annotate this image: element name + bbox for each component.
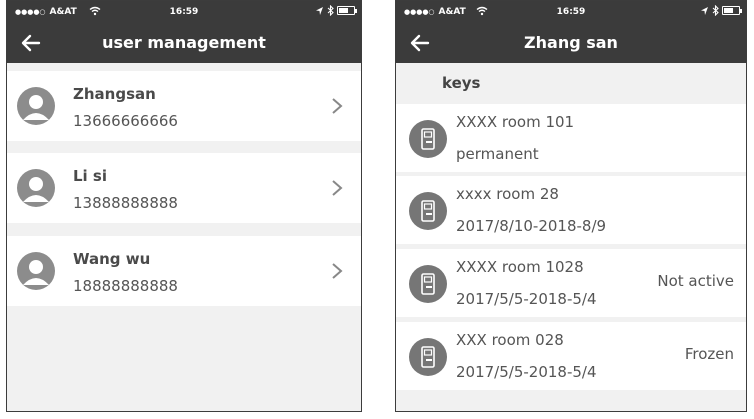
user-list-item[interactable]: Zhangsan 13666666666: [7, 71, 361, 141]
bluetooth-icon: [327, 5, 334, 16]
page-title: Zhang san: [524, 33, 618, 52]
keys-section-header: keys: [396, 69, 746, 97]
section-label: keys: [442, 74, 481, 92]
key-list-item[interactable]: XXXX room 1028 2017/5/5-2018-5/4 Not act…: [396, 249, 746, 317]
user-name: Wang wu: [73, 250, 151, 268]
status-time: 16:59: [169, 7, 199, 17]
chevron-right-icon: [332, 98, 343, 114]
location-arrow-icon: [701, 6, 708, 15]
chevron-right-icon: [332, 180, 343, 196]
key-validity: permanent: [456, 145, 539, 163]
location-arrow-icon: [316, 6, 323, 15]
nav-bar: user management: [7, 23, 361, 63]
user-list-item[interactable]: Li si 13888888888: [7, 153, 361, 223]
user-list-item[interactable]: Wang wu 18888888888: [7, 236, 361, 306]
key-list-item[interactable]: xxxx room 28 2017/8/10-2018-8/9: [396, 176, 746, 244]
status-bar: ●●●●○ A&AT 16:59: [7, 1, 361, 23]
chevron-right-icon: [332, 263, 343, 279]
key-name: XXXX room 101: [456, 113, 575, 131]
user-management-screen: ●●●●○ A&AT 16:59 user management Zhangsan…: [6, 0, 362, 412]
key-list-item[interactable]: XXX room 028 2017/5/5-2018-5/4 Frozen: [396, 322, 746, 390]
door-lock-icon: [409, 338, 447, 376]
user-avatar-icon: [17, 87, 55, 125]
status-bar: ●●●●○ A&AT 16:59: [396, 1, 746, 23]
key-status: Not active: [657, 272, 734, 290]
key-status: Frozen: [684, 345, 734, 363]
user-avatar-icon: [17, 169, 55, 207]
page-title: user management: [102, 33, 266, 52]
key-validity: 2017/5/5-2018-5/4: [456, 290, 597, 308]
status-icons: [315, 5, 357, 16]
user-name: Zhangsan: [73, 85, 156, 103]
battery-icon: [722, 6, 742, 15]
nav-bar: Zhang san: [396, 23, 746, 63]
user-avatar-icon: [17, 252, 55, 290]
user-name: Li si: [73, 167, 107, 185]
user-keys-screen: ●●●●○ A&AT 16:59 Zhang san keys XXXX room…: [395, 0, 747, 412]
key-name: XXXX room 1028: [456, 258, 584, 276]
key-name: XXX room 028: [456, 331, 564, 349]
bluetooth-icon: [712, 5, 719, 16]
key-list-item[interactable]: XXXX room 101 permanent: [396, 104, 746, 172]
user-phone: 18888888888: [73, 277, 178, 295]
status-icons: [700, 5, 742, 16]
door-lock-icon: [409, 120, 447, 158]
status-time: 16:59: [556, 7, 586, 17]
battery-icon: [337, 6, 357, 15]
door-lock-icon: [409, 265, 447, 303]
user-phone: 13888888888: [73, 194, 178, 212]
key-name: xxxx room 28: [456, 185, 559, 203]
key-validity: 2017/5/5-2018-5/4: [456, 363, 597, 381]
key-validity: 2017/8/10-2018-8/9: [456, 217, 607, 235]
door-lock-icon: [409, 192, 447, 230]
user-phone: 13666666666: [73, 112, 178, 130]
